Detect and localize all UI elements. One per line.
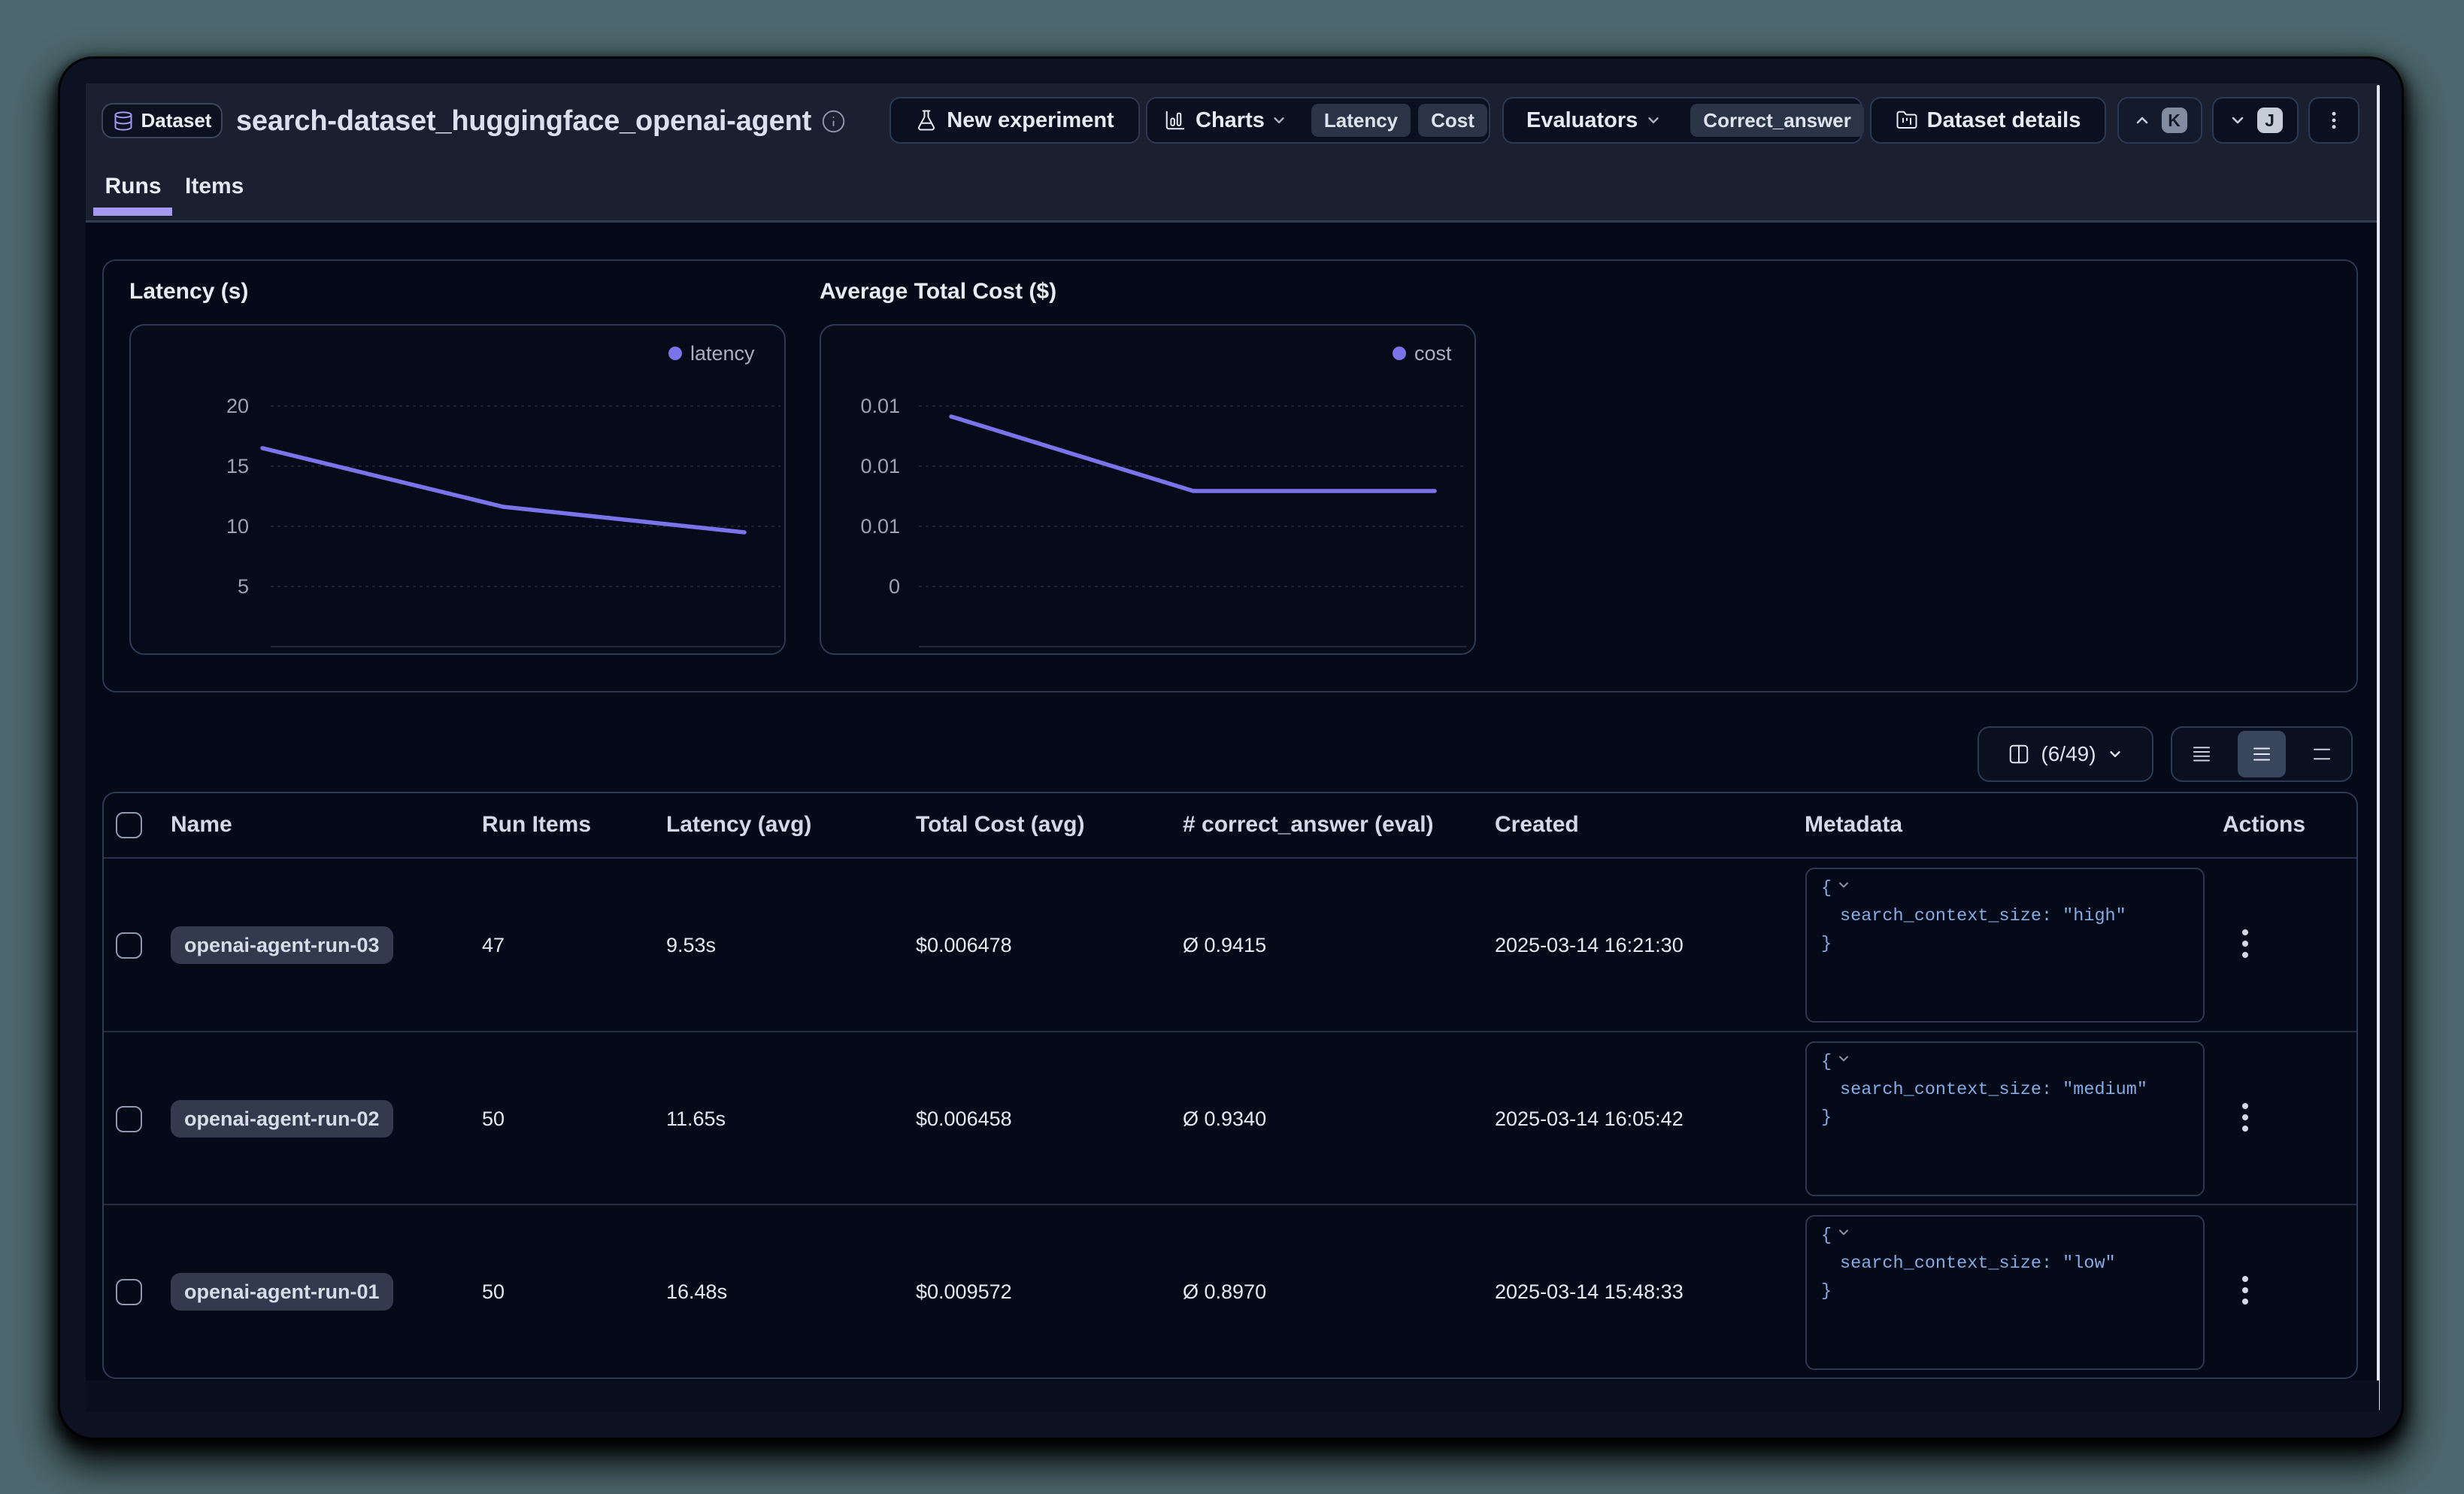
- svg-text:10: 10: [226, 515, 249, 538]
- svg-text:0.01: 0.01: [860, 395, 900, 417]
- svg-text:0.01: 0.01: [860, 455, 900, 477]
- svg-text:5: 5: [238, 575, 249, 598]
- svg-text:15: 15: [226, 455, 249, 477]
- svg-text:0: 0: [889, 575, 900, 598]
- svg-text:0.01: 0.01: [860, 515, 900, 538]
- svg-text:20: 20: [226, 395, 249, 417]
